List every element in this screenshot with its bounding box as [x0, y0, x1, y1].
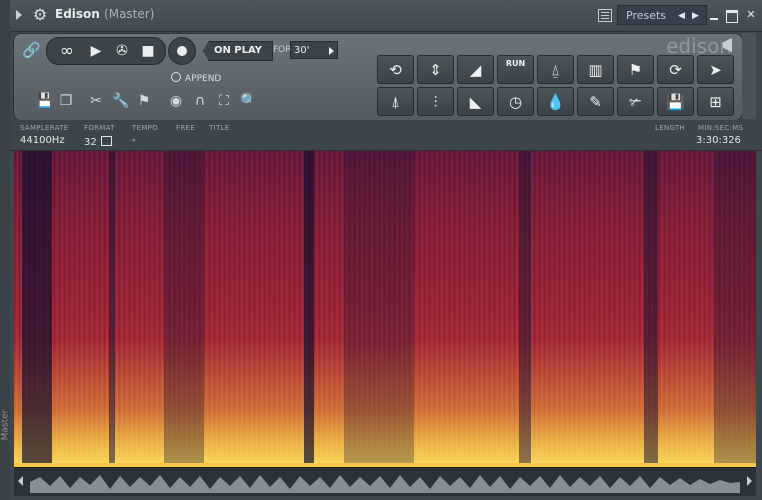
feather-icon[interactable]: ✎ — [577, 87, 614, 116]
time-format-label: MIN:SEC:MS — [698, 124, 744, 132]
spectrogram-quiet-band — [304, 151, 314, 466]
play-button[interactable]: ▶ — [85, 40, 107, 62]
maximize-button[interactable] — [726, 10, 738, 23]
format-icon[interactable] — [100, 136, 112, 146]
spectrogram-quiet-band — [344, 151, 414, 466]
fade-out-icon[interactable]: ◣ — [457, 87, 494, 116]
slice-icon[interactable]: ✃ — [617, 87, 654, 116]
scrub-button[interactable]: ✇ — [111, 40, 133, 62]
spectrogram-quiet-band — [519, 151, 531, 466]
window-subtitle: (Master) — [104, 7, 155, 21]
spectrogram-quiet-band — [109, 151, 115, 466]
append-toggle[interactable]: APPEND — [171, 71, 221, 84]
rotate-ccw-icon[interactable]: ⟲ — [377, 55, 414, 84]
spectrogram-quiet-band — [714, 151, 756, 466]
run-label: RUN — [505, 59, 526, 68]
stop-button[interactable]: ■ — [137, 40, 159, 62]
spectrogram-quiet-band — [22, 151, 52, 466]
amplify-icon[interactable]: ⍋ — [377, 87, 414, 116]
side-label: Master — [0, 409, 11, 441]
cut-icon[interactable]: ✂ — [88, 92, 104, 110]
time-stretch-icon[interactable]: ◷ — [497, 87, 534, 116]
for-label: FOR — [273, 45, 292, 55]
select-all-icon[interactable]: ⛶ — [216, 92, 232, 110]
noise-gate-icon[interactable]: ⫶ — [417, 87, 454, 116]
overview-waveform — [30, 475, 740, 493]
eye-icon[interactable]: ◉ — [168, 92, 184, 110]
record-duration-selector[interactable]: 30' — [290, 41, 338, 59]
scroll-left-icon[interactable] — [18, 476, 23, 486]
length-value: 3:30:326 — [696, 135, 741, 146]
zoom-icon[interactable]: 🔍 — [240, 92, 257, 110]
marker-add-icon[interactable]: ⚑ — [617, 55, 654, 84]
settings-icon[interactable]: ⊞ — [697, 87, 734, 116]
samplerate-label: SAMPLERATE — [20, 124, 69, 132]
fade-in-icon[interactable]: ◢ — [457, 55, 494, 84]
normalize-icon[interactable]: ⇕ — [417, 55, 454, 84]
length-label: LENGTH — [655, 124, 686, 132]
edison-window: ⚙ Edison (Master) Presets ◀ ▶ ✕ edison 🔗… — [10, 0, 762, 500]
save-region-icon[interactable]: 💾 — [657, 87, 694, 116]
spectrogram-quiet-band — [644, 151, 658, 466]
tools-wrench-icon[interactable]: 🔧 — [112, 92, 129, 110]
drop-icon[interactable]: 💧 — [537, 87, 574, 116]
tempo-label: TEMPO — [132, 124, 158, 132]
marker-icon[interactable]: ⚑ — [136, 92, 152, 110]
magnet-icon[interactable]: ∩ — [192, 92, 208, 110]
transport-controls: ∞ ▶ ✇ ■ — [46, 37, 166, 65]
tempo-value[interactable]: - — [132, 135, 136, 146]
window-title: Edison (Master) — [55, 7, 154, 21]
window-title-text: Edison — [55, 7, 100, 21]
format-value[interactable]: 32 — [84, 135, 112, 148]
presets-selector[interactable]: Presets ◀ ▶ — [617, 5, 707, 25]
panel-scrollbar[interactable] — [742, 33, 756, 119]
presets-label: Presets — [626, 9, 667, 22]
format-number: 32 — [84, 137, 97, 148]
save-icon[interactable]: 💾 — [36, 92, 53, 110]
spectrogram-view[interactable] — [14, 151, 756, 466]
record-button[interactable] — [168, 37, 196, 65]
equalize-icon[interactable]: ▥ — [577, 55, 614, 84]
run-button[interactable]: RUN — [497, 55, 534, 84]
append-label: APPEND — [185, 74, 222, 84]
minimize-button[interactable] — [708, 9, 720, 21]
free-label: FREE — [176, 124, 195, 132]
format-label: FORMAT — [84, 124, 115, 132]
collapse-arrow-icon[interactable] — [16, 10, 22, 20]
spectrogram-quiet-band — [164, 151, 204, 466]
gear-icon[interactable]: ⚙ — [32, 7, 48, 23]
refresh-icon[interactable]: ⟳ — [657, 55, 694, 84]
record-mode-selector[interactable]: ON PLAY — [203, 41, 273, 61]
samplerate-value: 44100Hz — [20, 135, 65, 146]
waveform-overview[interactable] — [14, 467, 756, 496]
scroll-right-icon[interactable] — [747, 476, 752, 486]
keyboard-icon[interactable] — [598, 9, 612, 22]
prev-preset-icon[interactable]: ◀ — [678, 6, 685, 26]
close-button[interactable]: ✕ — [745, 9, 757, 21]
declick-icon[interactable]: ⍙ — [537, 55, 574, 84]
title-label: TITLE — [209, 124, 230, 132]
append-radio-icon[interactable] — [171, 72, 181, 82]
link-icon[interactable]: 🔗 — [22, 41, 41, 59]
loop-button[interactable]: ∞ — [53, 40, 81, 62]
info-bar: SAMPLERATE 44100Hz FORMAT 32 TEMPO - FRE… — [10, 120, 762, 151]
title-bar[interactable]: ⚙ Edison (Master) Presets ◀ ▶ ✕ — [10, 0, 762, 32]
select-cursor-icon[interactable]: ➤ — [697, 55, 734, 84]
copy-file-icon[interactable]: ❐ — [58, 92, 74, 110]
next-preset-icon[interactable]: ▶ — [692, 6, 699, 26]
